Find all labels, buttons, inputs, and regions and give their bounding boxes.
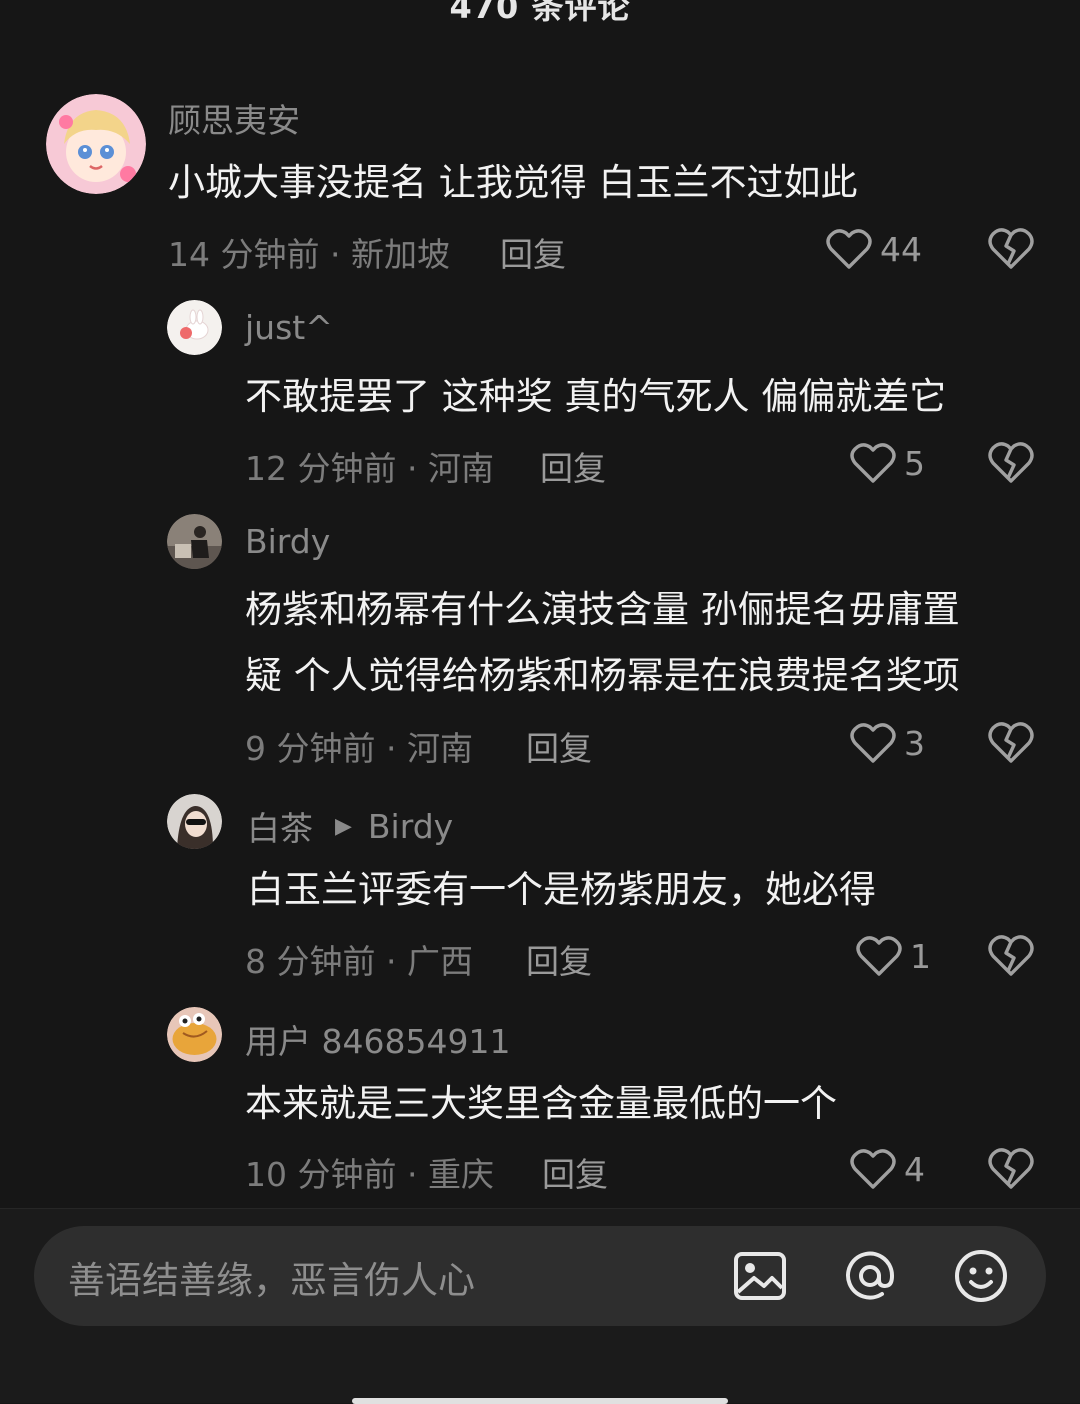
- comment-count-title: 470 条评论: [449, 0, 631, 26]
- image-icon[interactable]: [732, 1248, 788, 1304]
- broken-heart-icon[interactable]: [988, 720, 1034, 764]
- comment-content: 白玉兰评委有一个是杨紫朋友，她必得: [247, 857, 876, 923]
- avatar[interactable]: [167, 794, 222, 849]
- reply-button[interactable]: 回复: [526, 722, 592, 770]
- broken-heart-icon[interactable]: [988, 440, 1034, 484]
- like-count: 4: [904, 1149, 925, 1189]
- like-button[interactable]: 5: [850, 438, 925, 488]
- username[interactable]: 用户 846854911: [245, 1015, 510, 1063]
- username[interactable]: Birdy: [245, 522, 330, 561]
- comment-content: 小城大事没提名 让我觉得 白玉兰不过如此: [168, 150, 858, 216]
- reply-button[interactable]: 回复: [526, 935, 592, 983]
- comment-meta: 10 分钟前 · 重庆: [245, 1155, 494, 1194]
- avatar[interactable]: [167, 514, 222, 569]
- emoji-icon[interactable]: [953, 1248, 1009, 1304]
- heart-outline-icon: [850, 723, 896, 763]
- comment-line: 杨紫和杨幂有什么演技含量 孙俪提名毋庸置: [245, 588, 960, 631]
- comment-input-placeholder[interactable]: 善语结善缘，恶言伤人心: [68, 1250, 475, 1304]
- heart-outline-icon: [850, 443, 896, 483]
- reply-button[interactable]: 回复: [500, 228, 566, 276]
- like-count: 5: [904, 443, 925, 483]
- comment-line: 本来就是三大奖里含金量最低的一个: [245, 1082, 837, 1125]
- comment-meta: 8 分钟前 · 广西: [245, 942, 473, 981]
- broken-heart-icon[interactable]: [988, 226, 1034, 270]
- comment-line: 不敢提罢了 这种奖 真的气死人 偏偏就差它: [245, 375, 947, 418]
- reply-arrow-icon: ▶: [335, 813, 352, 839]
- comment-content: 杨紫和杨幂有什么演技含量 孙俪提名毋庸置 疑 个人觉得给杨紫和杨幂是在浪费提名奖…: [245, 577, 960, 709]
- like-count: 1: [910, 936, 931, 976]
- like-button[interactable]: 4: [850, 1144, 925, 1194]
- like-button[interactable]: 44: [826, 224, 922, 274]
- at-icon[interactable]: [842, 1248, 898, 1304]
- reply-target-username[interactable]: Birdy: [368, 807, 453, 846]
- broken-heart-icon[interactable]: [988, 933, 1034, 977]
- reply-button[interactable]: 回复: [542, 1148, 608, 1196]
- comment-meta: 9 分钟前 · 河南: [245, 729, 473, 768]
- like-button[interactable]: 3: [850, 718, 925, 768]
- username[interactable]: 顾思夷安: [168, 94, 300, 142]
- heart-outline-icon: [856, 936, 902, 976]
- username[interactable]: just^: [245, 308, 333, 347]
- like-count: 44: [880, 229, 922, 269]
- heart-outline-icon: [826, 229, 872, 269]
- home-indicator: [352, 1398, 728, 1404]
- comment-content: 本来就是三大奖里含金量最低的一个: [245, 1071, 837, 1137]
- avatar[interactable]: [167, 300, 222, 355]
- comment-line: 白玉兰评委有一个是杨紫朋友，她必得: [247, 868, 876, 911]
- username[interactable]: 白茶 ▶ Birdy: [247, 802, 453, 850]
- avatar[interactable]: [167, 1007, 222, 1062]
- broken-heart-icon[interactable]: [988, 1146, 1034, 1190]
- comment-content: 不敢提罢了 这种奖 真的气死人 偏偏就差它: [245, 364, 946, 430]
- like-button[interactable]: 1: [856, 931, 931, 981]
- comment-meta: 12 分钟前 · 河南: [245, 449, 494, 488]
- comment-meta: 14 分钟前 · 新加坡: [168, 235, 450, 274]
- avatar[interactable]: [46, 94, 146, 194]
- heart-outline-icon: [850, 1149, 896, 1189]
- reply-button[interactable]: 回复: [540, 442, 606, 490]
- like-count: 3: [904, 723, 925, 763]
- comment-line: 疑 个人觉得给杨紫和杨幂是在浪费提名奖项: [245, 654, 960, 697]
- comment-line: 小城大事没提名 让我觉得 白玉兰不过如此: [168, 161, 858, 204]
